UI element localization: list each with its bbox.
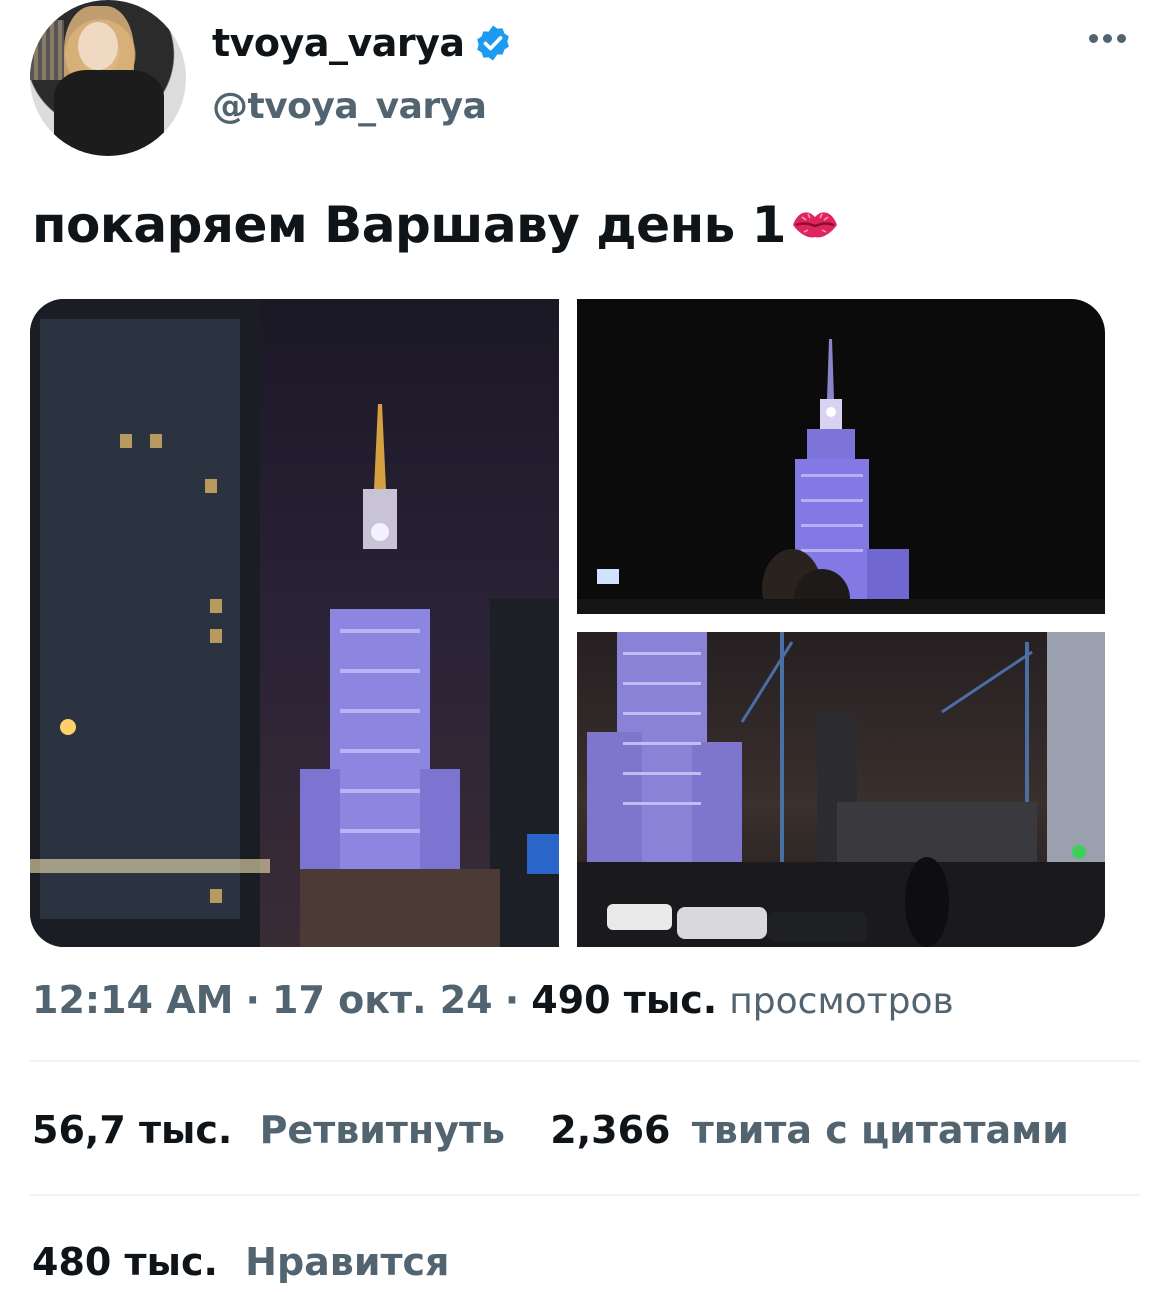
retweets-count[interactable]: 56,7 тыс. — [32, 1108, 232, 1152]
separator-dot: · — [245, 978, 260, 1022]
avatar[interactable] — [30, 0, 186, 156]
divider — [30, 1194, 1140, 1196]
verified-badge-icon — [473, 23, 513, 63]
more-options-icon[interactable] — [1089, 34, 1126, 43]
photo-3[interactable] — [577, 632, 1105, 947]
tweet-meta: 12:14 AM · 17 окт. 24 · 490 тыс. просмот… — [32, 978, 954, 1022]
retweets-quotes-row: 56,7 тыс. Ретвитнуть 2,366 твита с цитат… — [32, 1108, 1069, 1152]
quotes-count[interactable]: 2,366 — [550, 1108, 670, 1152]
retweets-label[interactable]: Ретвитнуть — [260, 1108, 505, 1152]
views-label: просмотров — [729, 981, 954, 1022]
tweet-time[interactable]: 12:14 AM — [32, 978, 233, 1022]
tweet-text-content: покаряем Варшаву день 1 — [32, 196, 786, 254]
avatar-face — [78, 22, 118, 70]
user-handle[interactable]: @tvoya_varya — [212, 86, 487, 127]
kiss-mark-icon — [790, 205, 840, 245]
display-name[interactable]: tvoya_varya — [212, 21, 465, 65]
separator-dot: · — [504, 978, 520, 1022]
media-grid — [30, 299, 1105, 947]
photo-3-illustration — [577, 632, 1105, 947]
photo-1[interactable] — [30, 299, 559, 947]
divider — [30, 1060, 1140, 1062]
avatar-background — [30, 20, 64, 80]
photo-2[interactable] — [577, 299, 1105, 614]
views-count[interactable]: 490 тыс. — [531, 978, 717, 1022]
avatar-body — [54, 70, 164, 156]
likes-count[interactable]: 480 тыс. — [32, 1240, 218, 1284]
quotes-label[interactable]: твита с цитатами — [692, 1108, 1069, 1152]
photo-2-illustration — [577, 339, 1105, 614]
tweet-text: покаряем Варшаву день 1 — [32, 196, 840, 254]
likes-row: 480 тыс. Нравится — [32, 1240, 449, 1284]
author-name-row[interactable]: tvoya_varya — [212, 20, 513, 66]
tweet-date[interactable]: 17 окт. 24 — [272, 978, 493, 1022]
likes-label[interactable]: Нравится — [245, 1240, 449, 1284]
photo-1-illustration — [30, 299, 559, 947]
